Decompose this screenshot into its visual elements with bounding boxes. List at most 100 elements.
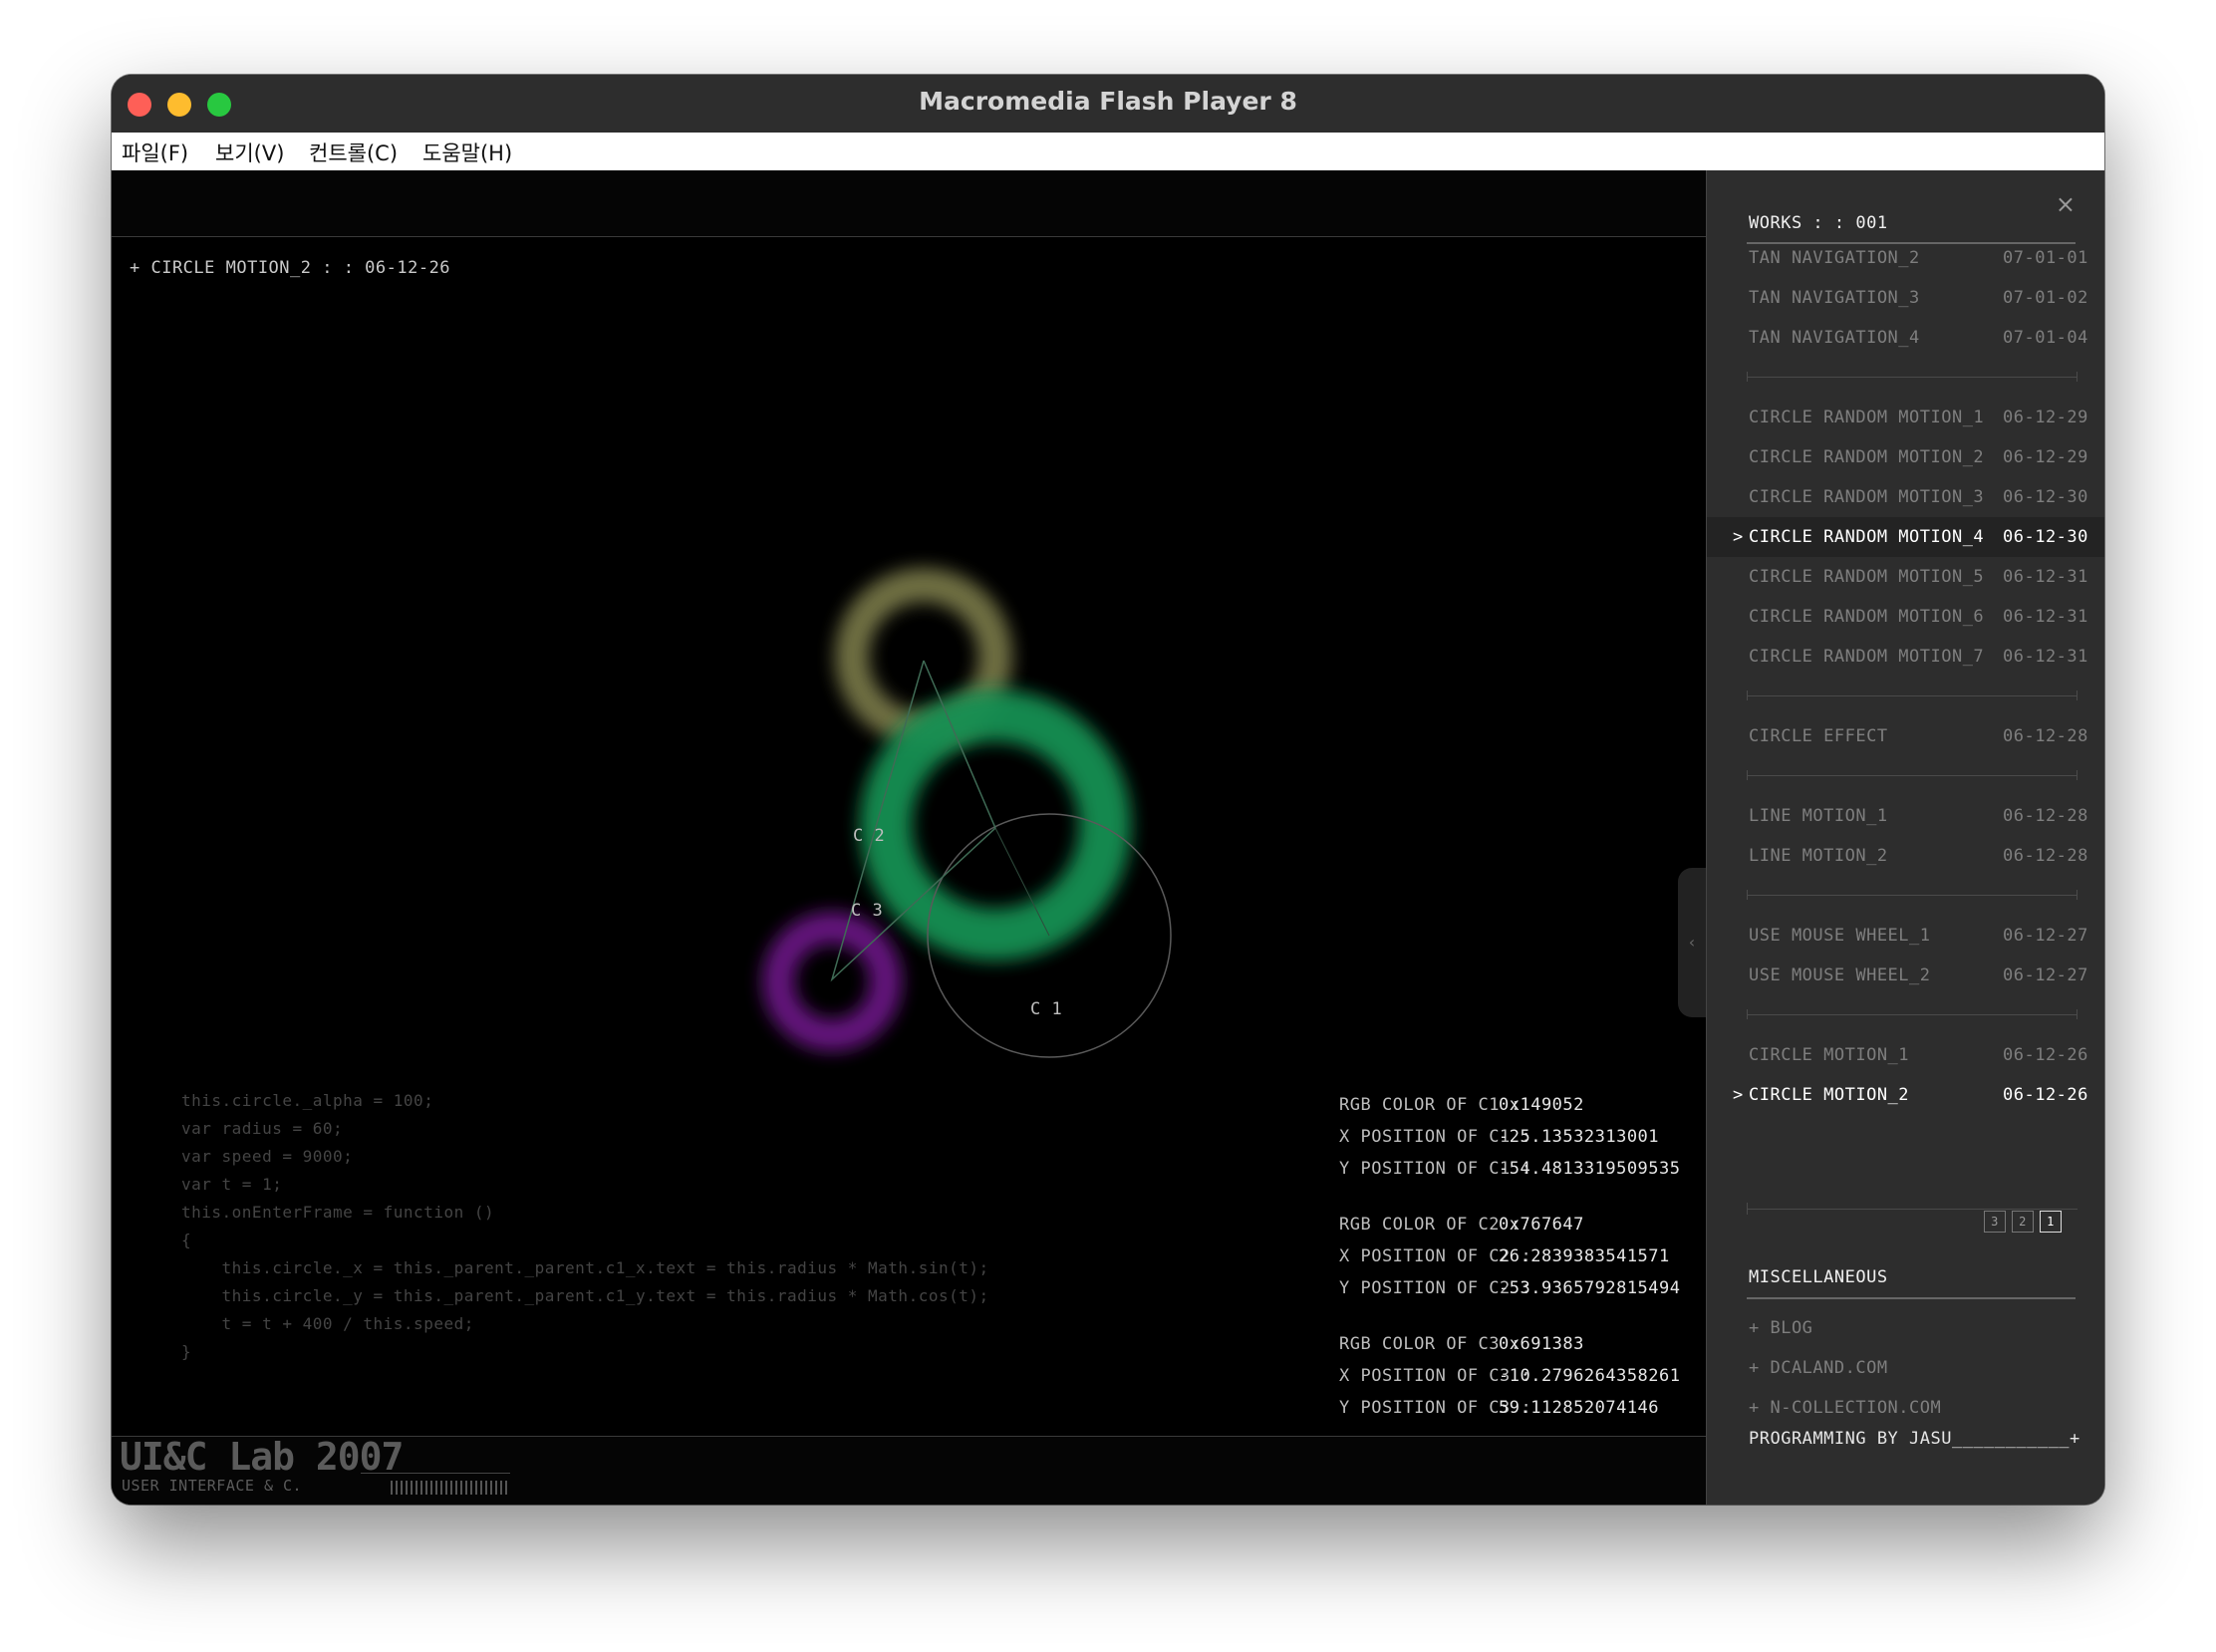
page-3-button[interactable]: 3 <box>1984 1211 2006 1233</box>
code-line: this.circle._y = this._parent._parent.c1… <box>181 1286 989 1305</box>
info-value: 26.2839383541571 <box>1499 1246 1670 1266</box>
label-c3: C 3 <box>851 901 884 921</box>
logo-rule <box>361 1473 510 1474</box>
group-divider <box>1707 876 2104 916</box>
list-item[interactable]: TAN NAVIGATION_3 07-01-02 <box>1707 278 2104 318</box>
item-name: LINE MOTION_1 <box>1749 806 1888 826</box>
misc-list: + BLOG + DCALAND.COM + N-COLLECTION.COM <box>1749 1308 1941 1428</box>
item-date: 07-01-02 <box>2003 288 2088 308</box>
info-value: 59.112852074146 <box>1499 1398 1660 1418</box>
item-name: CIRCLE RANDOM MOTION_1 <box>1749 408 1985 427</box>
item-date: 06-12-27 <box>2003 965 2088 985</box>
flash-stage[interactable]: + CIRCLE MOTION_2 : : 06-12-26 C 2 C 3 C… <box>112 170 1706 1505</box>
code-snippet: this.circle._alpha = 100; var radius = 6… <box>181 1087 989 1366</box>
list-item-active[interactable]: > CIRCLE MOTION_2 06-12-26 <box>1707 1075 2104 1115</box>
pager-rule-end <box>1747 1203 1748 1215</box>
menu-view[interactable]: 보기(V) <box>215 138 284 167</box>
item-name: CIRCLE MOTION_2 <box>1749 1085 1910 1105</box>
chevron-left-icon: ‹ <box>1688 933 1696 952</box>
info-label: Y POSITION OF C2 : <box>1339 1278 1532 1298</box>
programming-credit: PROGRAMMING BY JASU___________+ <box>1749 1429 2080 1449</box>
item-date: 07-01-01 <box>2003 248 2088 268</box>
info-row: Y POSITION OF C2 :-53.9365792815494 <box>1339 1272 1681 1304</box>
works-list: TAN NAVIGATION_2 07-01-01 TAN NAVIGATION_… <box>1707 238 2104 1115</box>
info-label: RGB COLOR OF C2 : <box>1339 1215 1522 1235</box>
info-label: RGB COLOR OF C3 : <box>1339 1334 1522 1354</box>
logo-subtitle: USER INTERFACE & C. <box>122 1477 303 1495</box>
item-name: CIRCLE RANDOM MOTION_3 <box>1749 487 1985 507</box>
menu-help[interactable]: 도움말(H) <box>422 138 512 167</box>
list-item[interactable]: CIRCLE MOTION_1 06-12-26 <box>1707 1035 2104 1075</box>
list-item[interactable]: LINE MOTION_2 06-12-28 <box>1707 836 2104 876</box>
info-value: 0x149052 <box>1499 1095 1584 1115</box>
close-icon[interactable]: × <box>2056 190 2076 218</box>
item-name: CIRCLE EFFECT <box>1749 726 1888 746</box>
group-divider <box>1707 677 2104 716</box>
menu-file[interactable]: 파일(F) <box>122 138 188 167</box>
code-line: var radius = 60; <box>181 1119 344 1138</box>
collapse-panel-tab[interactable]: ‹ <box>1678 868 1706 1017</box>
list-item[interactable]: CIRCLE RANDOM MOTION_7 06-12-31 <box>1707 637 2104 677</box>
item-date: 06-12-30 <box>2003 487 2088 507</box>
info-row: X POSITION OF C3 :-10.2796264358261 <box>1339 1360 1681 1392</box>
info-row: RGB COLOR OF C1 :0x149052 <box>1339 1089 1681 1121</box>
info-label: Y POSITION OF C3 : <box>1339 1398 1532 1418</box>
list-item[interactable]: TAN NAVIGATION_2 07-01-01 <box>1707 238 2104 278</box>
page-1-button[interactable]: 1 <box>2040 1211 2062 1233</box>
item-name: CIRCLE MOTION_1 <box>1749 1045 1910 1065</box>
code-line: this.circle._alpha = 100; <box>181 1091 434 1110</box>
item-date: 06-12-26 <box>2003 1045 2088 1065</box>
list-item[interactable]: LINE MOTION_1 06-12-28 <box>1707 796 2104 836</box>
info-value: 0x767647 <box>1499 1215 1584 1235</box>
info-label: X POSITION OF C1 : <box>1339 1127 1532 1147</box>
list-item[interactable]: USE MOUSE WHEEL_1 06-12-27 <box>1707 916 2104 956</box>
info-value: -25.13532313001 <box>1499 1127 1660 1147</box>
item-date: 06-12-28 <box>2003 846 2088 866</box>
link-blog[interactable]: + BLOG <box>1749 1308 1941 1348</box>
info-value: -54.4813319509535 <box>1499 1159 1681 1179</box>
info-row: Y POSITION OF C3 :59.112852074146 <box>1339 1392 1681 1424</box>
link-dcaland[interactable]: + DCALAND.COM <box>1749 1348 1941 1388</box>
list-item[interactable]: CIRCLE EFFECT 06-12-28 <box>1707 716 2104 756</box>
item-date: 06-12-26 <box>2003 1085 2088 1105</box>
info-row: RGB COLOR OF C2 :0x767647 <box>1339 1209 1681 1240</box>
menu-bar: 파일(F) 보기(V) 컨트롤(C) 도움말(H) <box>112 133 2104 171</box>
stage-bottom-strip: UI&C Lab 2007 USER INTERFACE & C. <box>112 1435 1706 1505</box>
list-item-selected[interactable]: > CIRCLE RANDOM MOTION_4 06-12-30 <box>1707 517 2104 557</box>
item-name: TAN NAVIGATION_2 <box>1749 248 1920 268</box>
item-date: 06-12-27 <box>2003 926 2088 946</box>
info-label: X POSITION OF C3 : <box>1339 1366 1532 1386</box>
info-row: X POSITION OF C2 :26.2839383541571 <box>1339 1240 1681 1272</box>
code-line: this.onEnterFrame = function () <box>181 1203 495 1222</box>
circle-c1-ring <box>860 689 1131 961</box>
list-item[interactable]: CIRCLE RANDOM MOTION_6 06-12-31 <box>1707 597 2104 637</box>
item-date: 06-12-28 <box>2003 806 2088 826</box>
item-name: CIRCLE RANDOM MOTION_4 <box>1749 527 1985 547</box>
code-line: this.circle._x = this._parent._parent.c1… <box>181 1258 989 1277</box>
misc-title: MISCELLANEOUS <box>1749 1267 1888 1287</box>
logo-bars <box>391 1481 510 1495</box>
label-c1: C 1 <box>1030 999 1063 1019</box>
pager-rule <box>1747 1209 2078 1210</box>
works-title: WORKS : : 001 <box>1749 213 1888 233</box>
code-line: var speed = 9000; <box>181 1147 354 1166</box>
page-2-button[interactable]: 2 <box>2012 1211 2034 1233</box>
menu-control[interactable]: 컨트롤(C) <box>309 138 398 167</box>
link-n-collection[interactable]: + N-COLLECTION.COM <box>1749 1388 1941 1428</box>
pagination: 321 <box>1984 1211 2068 1233</box>
list-item[interactable]: CIRCLE RANDOM MOTION_5 06-12-31 <box>1707 557 2104 597</box>
list-item[interactable]: CIRCLE RANDOM MOTION_2 06-12-29 <box>1707 437 2104 477</box>
info-label: Y POSITION OF C1 : <box>1339 1159 1532 1179</box>
label-c2: C 2 <box>853 826 886 846</box>
item-name: CIRCLE RANDOM MOTION_7 <box>1749 647 1985 667</box>
chevron-right-icon: > <box>1733 527 1744 547</box>
list-item[interactable]: TAN NAVIGATION_4 07-01-04 <box>1707 318 2104 358</box>
item-name: CIRCLE RANDOM MOTION_5 <box>1749 567 1985 587</box>
list-item[interactable]: CIRCLE RANDOM MOTION_3 06-12-30 <box>1707 477 2104 517</box>
item-date: 07-01-04 <box>2003 328 2088 348</box>
window-title: Macromedia Flash Player 8 <box>919 87 1297 116</box>
works-panel: × WORKS : : 001 TAN NAVIGATION_2 07-01-01… <box>1706 170 2104 1505</box>
item-date: 06-12-31 <box>2003 607 2088 627</box>
list-item[interactable]: USE MOUSE WHEEL_2 06-12-27 <box>1707 956 2104 995</box>
list-item[interactable]: CIRCLE RANDOM MOTION_1 06-12-29 <box>1707 398 2104 437</box>
